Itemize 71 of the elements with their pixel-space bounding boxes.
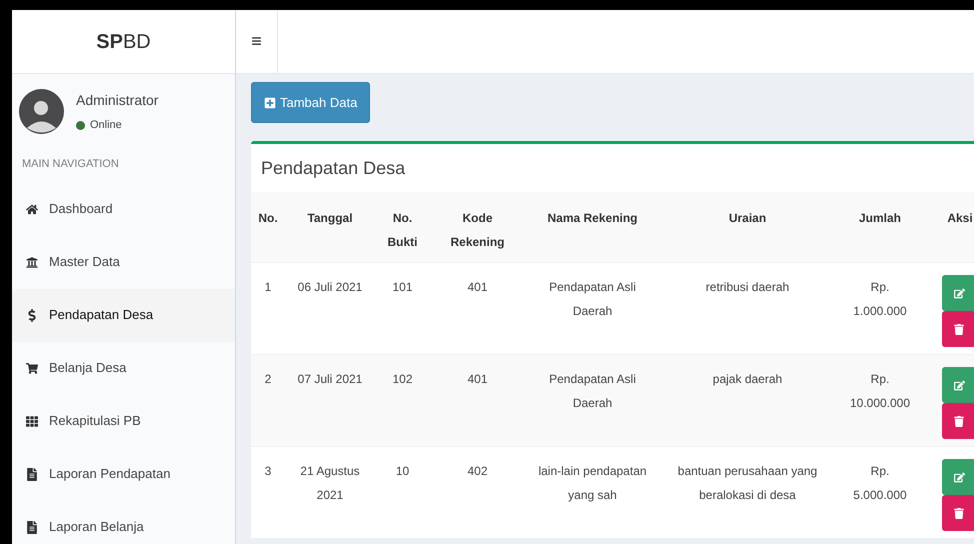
table-cell-text: bantuan perusahaan yang beralokasi di desa [676,463,818,504]
nav-label: Dashboard [49,200,113,218]
column-header: Nama Rekening [547,210,638,227]
edit-button[interactable] [942,275,974,311]
grid-icon [26,414,38,428]
status-label: Online [90,118,122,133]
document-icon [26,468,38,480]
table-cell-text: Rp. 1.000.000 [852,279,908,320]
table-cell-text: 401 [467,371,488,388]
column-header: Aksi [947,210,973,227]
home-icon [26,202,38,216]
table-cell-text: 21 Agustus 2021 [299,463,361,504]
column-header: Tanggal [307,210,353,227]
table-cell-text: 07 Juli 2021 [298,371,362,388]
trash-icon [954,324,964,334]
avatar-icon [19,89,64,134]
column-header: Uraian [728,210,766,227]
menu-toggle[interactable]: ≡ [236,10,278,73]
nav-item[interactable]: Pendapatan Desa [12,288,235,342]
table-cell-text: 401 [467,279,488,296]
edit-icon [954,472,964,482]
user-name: Administrator [76,91,158,110]
column-header: Kode Rekening [449,210,506,251]
nav-item[interactable]: Master Data [12,236,235,288]
table-cell-text: Rp. 5.000.000 [852,463,908,504]
table-cell-text: 402 [467,463,488,480]
column-header: Jumlah [858,210,901,227]
edit-button[interactable] [942,459,974,495]
nav-item[interactable]: Dashboard [12,182,235,236]
nav-item[interactable]: Belanja Desa [12,342,235,394]
table-cell-text: lain-lain pendapatan yang sah [537,463,648,504]
table-cell-text: 2 [264,371,272,388]
nav-item[interactable]: Rekapitulasi PB [12,394,235,448]
nav-label: Belanja Desa [49,359,126,378]
logo[interactable]: SPBD [96,26,151,56]
nav-label: Rekapitulasi PB [49,412,141,430]
add-data-button[interactable]: Tambah Data [251,82,370,123]
nav-item[interactable]: Laporan Belanja [12,500,235,544]
dollar-icon [26,308,38,322]
column-header: No. [258,210,278,227]
nav-label: Laporan Pendapatan [49,465,170,484]
delete-button[interactable] [942,495,974,531]
nav-header: MAIN NAVIGATION [21,157,120,172]
delete-button[interactable] [942,311,974,347]
cart-icon [26,362,38,374]
trash-icon [954,508,964,518]
table-cell-text: 3 [264,463,272,480]
edit-icon [954,380,964,390]
table-cell-text: Pendapatan Asli Daerah [548,371,637,412]
nav-item[interactable]: Laporan Pendapatan [12,448,235,500]
table-cell-text: retribusi daerah [706,279,790,296]
table-cell-text: Rp. 10.000.000 [848,371,912,412]
table-cell-text: 10 [396,463,410,480]
card-title: Pendapatan Desa [261,156,406,180]
table-cell-text: Pendapatan Asli Daerah [548,279,637,320]
edit-icon [954,288,964,298]
table-cell-text: 102 [392,371,413,388]
column-header: No. Bukti [386,210,418,251]
delete-button[interactable] [942,403,974,439]
edit-button[interactable] [942,367,974,403]
table-cell-text: 1 [264,279,272,296]
bank-icon [26,256,38,268]
nav-label: Pendapatan Desa [49,306,154,324]
document-icon [26,520,38,534]
table-cell-text: 101 [392,279,413,296]
table-cell-text: 06 Juli 2021 [298,279,362,296]
trash-icon [954,416,964,426]
plus-icon [264,96,276,108]
nav-label: Master Data [49,253,120,272]
table-cell-text: pajak daerah [712,371,782,388]
nav-label: Laporan Belanja [49,518,144,536]
